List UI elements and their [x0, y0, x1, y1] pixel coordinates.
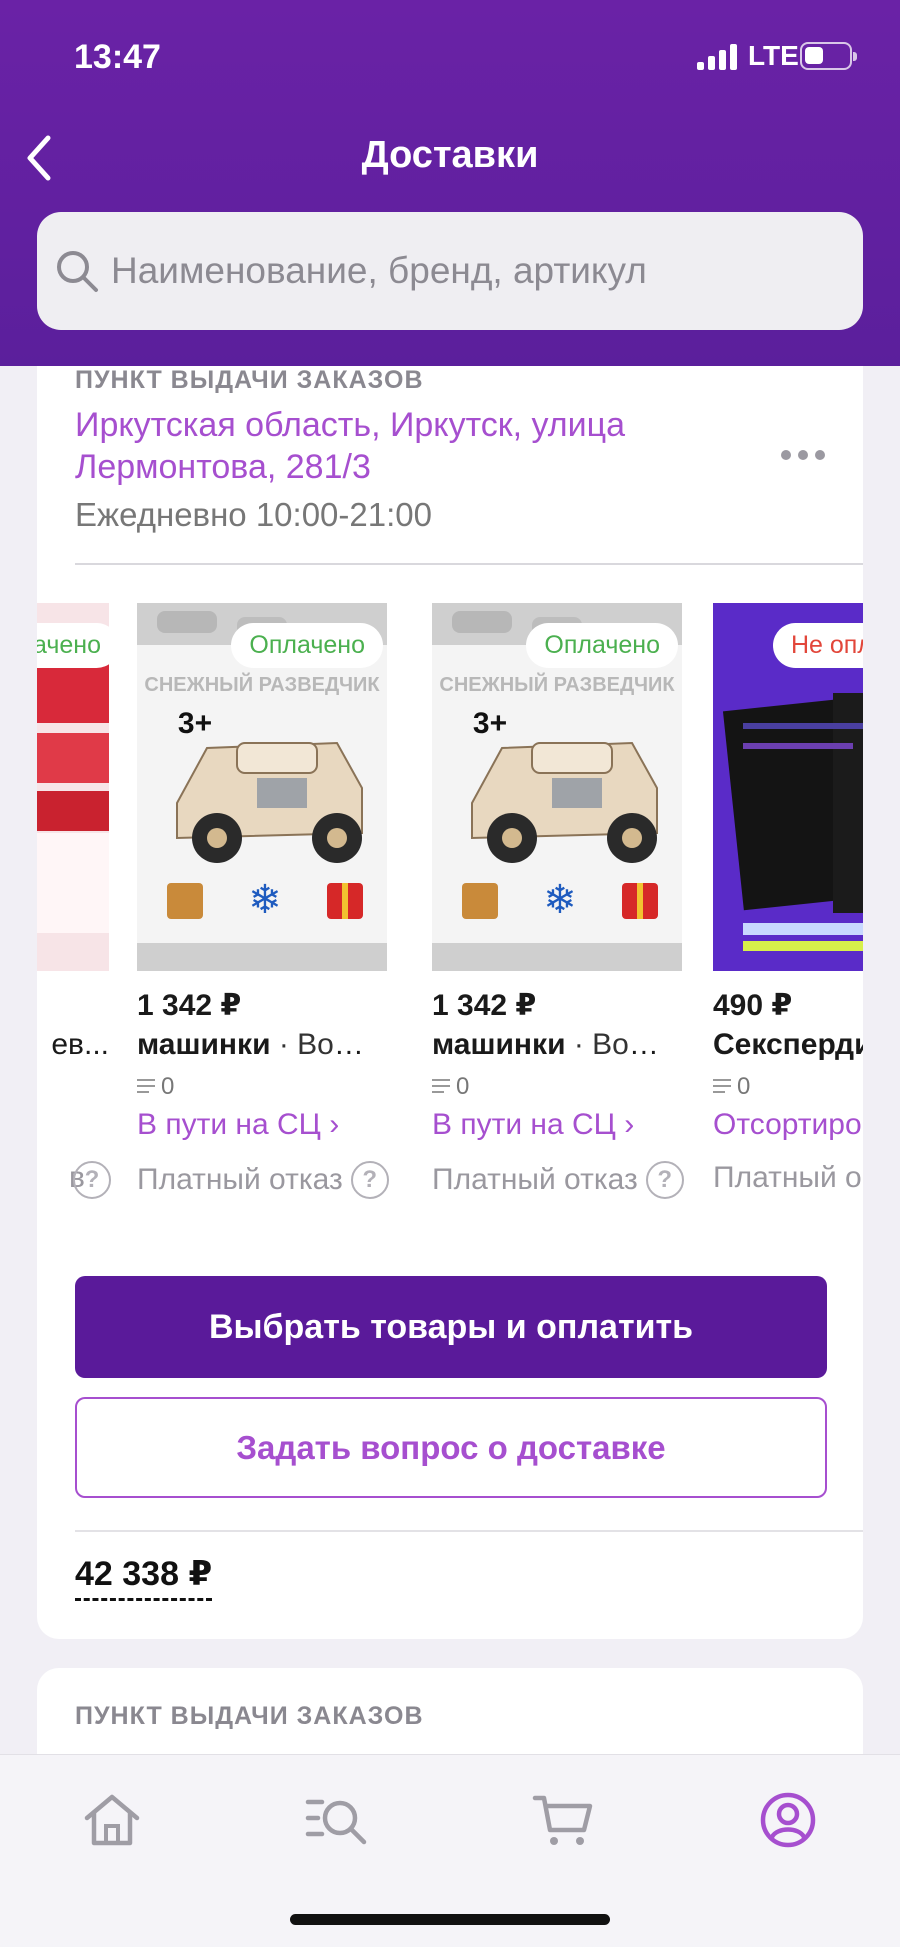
- product-image[interactable]: СНЕЖНЫЙ РАЗВЕДЧИК 3+ ❄ Оплачено: [432, 603, 682, 971]
- pickup-point-label: ПУНКТ ВЫДАЧИ ЗАКАЗОВ: [75, 366, 424, 394]
- profile-icon: [760, 1792, 816, 1848]
- search-icon: [57, 251, 98, 292]
- tab-home[interactable]: [77, 1785, 147, 1855]
- list-icon: [432, 1079, 450, 1093]
- home-icon: [84, 1794, 140, 1846]
- product-name: ев...: [51, 1028, 109, 1061]
- more-options-button[interactable]: [773, 440, 833, 470]
- product-name: Сексперди: [713, 1028, 863, 1061]
- help-icon[interactable]: ?: [645, 1161, 684, 1199]
- products-carousel[interactable]: Оплачено ев... в ? СНЕЖНЫЙ РАЗВЕДЧИК 3+: [37, 603, 863, 1203]
- network-type: LTE: [748, 40, 799, 71]
- age-label: 3+: [473, 707, 507, 740]
- select-and-pay-button[interactable]: Выбрать товары и оплатить: [75, 1276, 827, 1378]
- paid-refusal-label: Платный отказ ?: [432, 1161, 684, 1199]
- payment-status-badge: Оплачено: [231, 623, 383, 668]
- divider: [75, 1530, 863, 1532]
- pickup-address[interactable]: Иркутская область, Иркутск, улица Лермон…: [75, 404, 715, 488]
- page-title: Доставки: [361, 134, 539, 176]
- delivery-total[interactable]: 42 338 ₽: [75, 1554, 213, 1601]
- image-title: СНЕЖНЫЙ РАЗВЕДЧИК: [439, 672, 675, 696]
- payment-status-badge: Не опл: [773, 623, 863, 668]
- search-input[interactable]: [111, 250, 863, 292]
- signal-icon: [697, 42, 739, 70]
- delivery-status-link[interactable]: Отсортиро: [713, 1108, 862, 1142]
- product-quantity: 0: [137, 1073, 174, 1101]
- product-name: машинки · Воен…: [137, 1028, 377, 1061]
- product-image[interactable]: Не опл: [713, 603, 863, 971]
- payment-status-badge: Оплачено: [37, 623, 109, 668]
- payment-status-badge: Оплачено: [526, 623, 678, 668]
- status-time: 13:47: [74, 38, 161, 76]
- product-price: 490 ₽: [713, 989, 793, 1022]
- header: 13:47 LTE Доставки: [0, 0, 900, 366]
- ask-question-button[interactable]: Задать вопрос о доставке: [75, 1397, 827, 1498]
- help-icon[interactable]: ?: [350, 1161, 389, 1199]
- delivery-status-link[interactable]: В пути на СЦ ›: [137, 1108, 339, 1142]
- age-label: 3+: [178, 707, 212, 740]
- svg-text:❄: ❄: [543, 878, 577, 922]
- pickup-point-label: ПУНКТ ВЫДАЧИ ЗАКАЗОВ: [75, 1702, 424, 1730]
- tab-catalog[interactable]: [302, 1785, 372, 1855]
- catalog-search-icon: [305, 1799, 367, 1845]
- image-title: СНЕЖНЫЙ РАЗВЕДЧИК: [144, 672, 380, 696]
- divider: [75, 563, 863, 565]
- product-quantity: 0: [713, 1073, 750, 1101]
- cart-icon: [532, 1795, 593, 1845]
- paid-refusal-label: Платный о: [713, 1161, 862, 1194]
- delivery-status-link[interactable]: В пути на СЦ ›: [432, 1108, 634, 1142]
- svg-text:❄: ❄: [248, 878, 282, 922]
- product-price: 1 342 ₽: [432, 989, 537, 1022]
- delivery-card: ПУНКТ ВЫДАЧИ ЗАКАЗОВ Иркутская область, …: [37, 366, 863, 1639]
- product-quantity: 0: [432, 1073, 469, 1101]
- tab-profile[interactable]: [753, 1785, 823, 1855]
- paid-refusal-label: Платный отказ ?: [137, 1161, 389, 1199]
- tab-cart[interactable]: [528, 1785, 598, 1855]
- help-icon[interactable]: ?: [73, 1161, 111, 1199]
- search-bar[interactable]: [37, 212, 863, 330]
- home-indicator: [290, 1914, 610, 1925]
- list-icon: [137, 1079, 155, 1093]
- pickup-hours: Ежедневно 10:00-21:00: [75, 496, 432, 533]
- product-price: 1 342 ₽: [137, 989, 242, 1022]
- product-name: машинки · Воен…: [432, 1028, 672, 1061]
- dot-icon: [781, 450, 791, 460]
- product-image[interactable]: Оплачено: [37, 603, 109, 971]
- list-icon: [713, 1079, 731, 1093]
- dot-icon: [798, 450, 808, 460]
- dot-icon: [815, 450, 825, 460]
- product-image[interactable]: СНЕЖНЫЙ РАЗВЕДЧИК 3+ ❄ Оплачено: [137, 603, 387, 971]
- battery-icon: [800, 42, 857, 70]
